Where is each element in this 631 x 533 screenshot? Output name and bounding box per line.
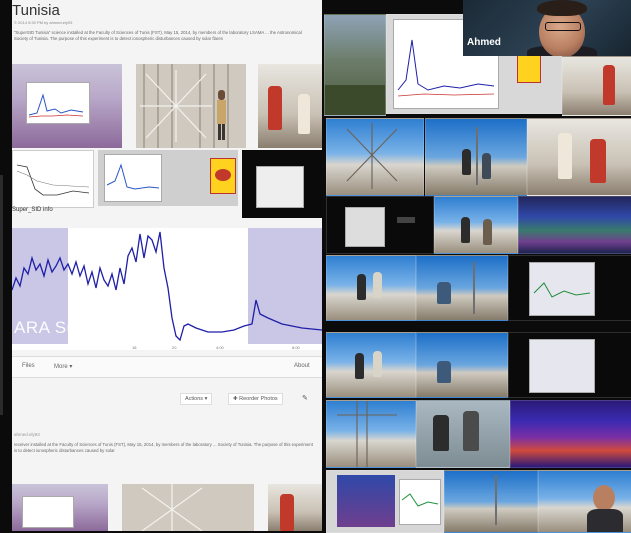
tab-about[interactable]: About <box>294 363 310 369</box>
graph-x-tick: 20 <box>172 345 177 350</box>
photo-tile-rooftop-work[interactable] <box>416 255 508 321</box>
person-figure <box>298 94 310 134</box>
album-meta: © 2014 5:30 PM by ahmed.ely93 <box>14 20 73 25</box>
album-description: “SuperSID Tunisia” science installed at … <box>14 30 302 41</box>
left-edge-strip <box>0 175 3 415</box>
photo-thumb-software-screen[interactable] <box>98 150 238 206</box>
photo-tile-team-indoor[interactable] <box>562 56 631 116</box>
photo-thumb-team-indoor[interactable] <box>258 64 322 148</box>
actions-button[interactable]: Actions ▾ <box>180 393 213 405</box>
person-figure <box>357 274 366 300</box>
person-figure <box>355 353 364 379</box>
chart-window <box>399 479 441 525</box>
reorder-photos-button[interactable]: ✚ Reorder Photos <box>228 393 283 405</box>
photo-thumb-lavender-2[interactable] <box>12 484 108 531</box>
graph-x-tick: 8:00 <box>292 345 300 350</box>
album-label[interactable]: Super_SID info <box>12 207 53 213</box>
chart-window <box>529 339 595 393</box>
person-figure <box>433 415 449 451</box>
photo-thumb-lavender-chart[interactable] <box>12 64 122 148</box>
photo-tile-antenna-closeup[interactable] <box>326 400 416 468</box>
photo-tile-rooftop-antenna[interactable] <box>326 118 424 196</box>
participant-hair <box>537 0 587 16</box>
photo-tile-software-window[interactable] <box>508 255 631 321</box>
chart-window <box>104 154 162 202</box>
photo-thumb-chart-1[interactable] <box>12 150 94 208</box>
supersid-graph[interactable]: ARA SuperSID 18 20 4:00 8:00 <box>12 228 322 350</box>
antenna-frame-drawing <box>136 64 246 148</box>
person-figure <box>482 153 491 179</box>
post-author[interactable]: ahmed.ely93 <box>14 432 40 437</box>
person-figure <box>437 282 451 304</box>
photo-tile-rooftop-team[interactable] <box>425 118 527 196</box>
graph-watermark: ARA SuperSID <box>14 318 133 337</box>
photo-tile-landscape[interactable] <box>324 14 386 116</box>
sticker-image <box>210 158 236 194</box>
chart-window <box>256 166 304 208</box>
person-figure <box>483 219 492 245</box>
mini-chart <box>401 493 439 507</box>
photo-tile-software-window-2[interactable] <box>508 332 631 398</box>
antenna-drawing <box>346 123 398 189</box>
person-figure <box>373 272 382 298</box>
person-figure <box>603 65 615 105</box>
chart-window <box>345 207 385 247</box>
chart-window <box>22 496 74 528</box>
chart-window <box>529 262 595 316</box>
photo-tile-rooftop-people[interactable] <box>434 196 518 254</box>
antenna-frame-drawing <box>122 484 254 531</box>
tab-more[interactable]: More ▾ <box>54 363 72 370</box>
mini-chart <box>533 282 591 298</box>
photo-tile-team-closeup[interactable] <box>416 400 510 468</box>
album-page: Tunisia © 2014 5:30 PM by ahmed.ely93 “S… <box>12 0 322 531</box>
mini-chart <box>106 163 160 190</box>
glasses-icon <box>545 22 581 31</box>
antenna-mast <box>473 262 475 314</box>
person-figure <box>558 133 572 179</box>
photo-tile-rooftop-work-2[interactable] <box>416 332 508 398</box>
photo-tile-software-charts[interactable] <box>326 470 444 533</box>
photo-tile-rooftop-installation[interactable] <box>326 255 416 321</box>
album-tabs: Files More ▾ About <box>12 356 322 378</box>
photo-tile-portrait[interactable] <box>538 470 631 533</box>
mini-chart <box>28 93 84 118</box>
tab-files[interactable]: Files <box>22 363 35 369</box>
person-figure <box>437 361 451 383</box>
photo-tile-indoor-team[interactable] <box>527 118 631 196</box>
person-figure <box>268 86 282 130</box>
photo-thumb-antenna-frame-2[interactable] <box>122 484 254 531</box>
participant-name: Ahmed <box>467 37 501 48</box>
antenna-mast <box>476 127 478 185</box>
person-figure <box>280 494 294 531</box>
photo-tile-spectrogram-2[interactable] <box>510 400 631 468</box>
album-title: Tunisia <box>12 2 60 19</box>
photo-tile-rooftop-installation-2[interactable] <box>326 332 416 398</box>
graph-x-tick: 18 <box>132 345 137 350</box>
chart-1-drawing <box>16 164 90 196</box>
post-description: receiver installed at the Faculty of Sci… <box>14 442 313 453</box>
photo-thumb-antenna-frame[interactable] <box>136 64 246 148</box>
video-call-participant: Ahmed <box>463 0 631 56</box>
person-figure <box>463 411 479 451</box>
edit-icon[interactable]: ✎ <box>302 394 308 402</box>
photo-tile-spectrogram[interactable] <box>518 196 631 254</box>
person-figure <box>461 217 470 243</box>
antenna-mast <box>495 475 497 525</box>
photo-actions-bar: Actions ▾ ✚ Reorder Photos ✎ <box>12 390 322 406</box>
photo-thumb-team-indoor-2[interactable] <box>268 484 322 531</box>
person-figure <box>373 351 382 377</box>
person-figure <box>462 149 471 175</box>
antenna-drawing <box>337 401 397 467</box>
photo-thumb-dark-screen[interactable] <box>242 150 322 218</box>
person-shirt <box>587 509 623 532</box>
person-face <box>593 485 615 511</box>
graph-x-tick: 4:00 <box>216 345 224 350</box>
chart-window <box>26 82 90 124</box>
photo-tile-rooftop-view[interactable] <box>444 470 538 533</box>
photo-tile-dark-screen[interactable] <box>326 196 434 254</box>
person-figure <box>590 139 606 183</box>
